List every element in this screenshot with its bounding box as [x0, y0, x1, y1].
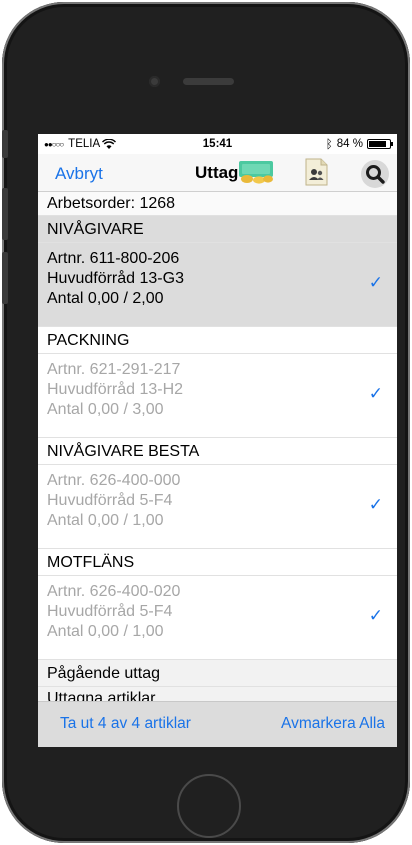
- quantity: Antal 0,00 / 2,00: [47, 290, 164, 307]
- quantity: Antal 0,00 / 3,00: [47, 401, 164, 418]
- mute-switch: [2, 130, 8, 158]
- list-item[interactable]: Artnr. 626-400-020 Huvudförråd 5-F4 Anta…: [38, 575, 397, 659]
- checkmark-icon: ✓: [368, 495, 383, 514]
- unselect-all-button[interactable]: Avmarkera Alla: [281, 715, 385, 733]
- section-ongoing-withdrawals[interactable]: Pågående uttag: [38, 659, 397, 686]
- group-header: PACKNING: [38, 326, 397, 353]
- quantity: Antal 0,00 / 1,00: [47, 512, 164, 529]
- phone-frame: ●●○○○ TELIA 15:41 ᛒ 84 % Avbryt Uttag Ar…: [2, 2, 410, 843]
- page-title: Uttag: [195, 163, 239, 182]
- cancel-button[interactable]: Avbryt: [55, 164, 103, 184]
- list-item[interactable]: Artnr. 626-400-000 Huvudförråd 5-F4 Anta…: [38, 464, 397, 548]
- checkmark-icon: ✓: [368, 273, 383, 292]
- group-header: NIVÅGIVARE: [38, 215, 397, 242]
- checkmark-icon: ✓: [368, 606, 383, 625]
- storage-location: Huvudförråd 5-F4: [47, 603, 173, 620]
- money-icon[interactable]: [238, 160, 274, 184]
- storage-location: Huvudförråd 13-H2: [47, 381, 184, 398]
- volume-up-button: [2, 188, 8, 240]
- article-number: Artnr. 626-400-000: [47, 472, 181, 489]
- list-item[interactable]: Artnr. 621-291-217 Huvudförråd 13-H2 Ant…: [38, 353, 397, 437]
- list-item[interactable]: Artnr. 611-800-206 Huvudförråd 13-G3 Ant…: [38, 242, 397, 326]
- article-number: Artnr. 626-400-020: [47, 583, 181, 600]
- search-icon[interactable]: [360, 159, 390, 189]
- storage-location: Huvudförråd 13-G3: [47, 270, 184, 287]
- article-number: Artnr. 611-800-206: [47, 250, 180, 267]
- article-list: Arbetsorder: 1268 NIVÅGIVARE Artnr. 611-…: [38, 192, 397, 704]
- bottom-toolbar: Ta ut 4 av 4 artiklar Avmarkera Alla: [38, 701, 397, 747]
- app-screen: ●●○○○ TELIA 15:41 ᛒ 84 % Avbryt Uttag Ar…: [38, 134, 397, 747]
- group-header: NIVÅGIVARE BESTA: [38, 437, 397, 464]
- group-header: MOTFLÄNS: [38, 548, 397, 575]
- work-order-label: Arbetsorder: 1268: [38, 192, 397, 215]
- earpiece-speaker: [183, 78, 234, 85]
- checkmark-icon: ✓: [368, 384, 383, 403]
- battery-icon: [367, 139, 393, 149]
- status-bar: ●●○○○ TELIA 15:41 ᛒ 84 %: [38, 134, 397, 154]
- volume-down-button: [2, 252, 8, 304]
- quantity: Antal 0,00 / 1,00: [47, 623, 164, 640]
- navigation-bar: Avbryt Uttag: [38, 154, 397, 192]
- storage-location: Huvudförråd 5-F4: [47, 492, 173, 509]
- home-button[interactable]: [177, 774, 241, 838]
- status-time: 15:41: [202, 138, 233, 150]
- contact-card-icon[interactable]: [302, 158, 330, 186]
- article-number: Artnr. 621-291-217: [47, 361, 181, 378]
- front-camera: [149, 76, 160, 87]
- take-out-button[interactable]: Ta ut 4 av 4 artiklar: [60, 715, 191, 733]
